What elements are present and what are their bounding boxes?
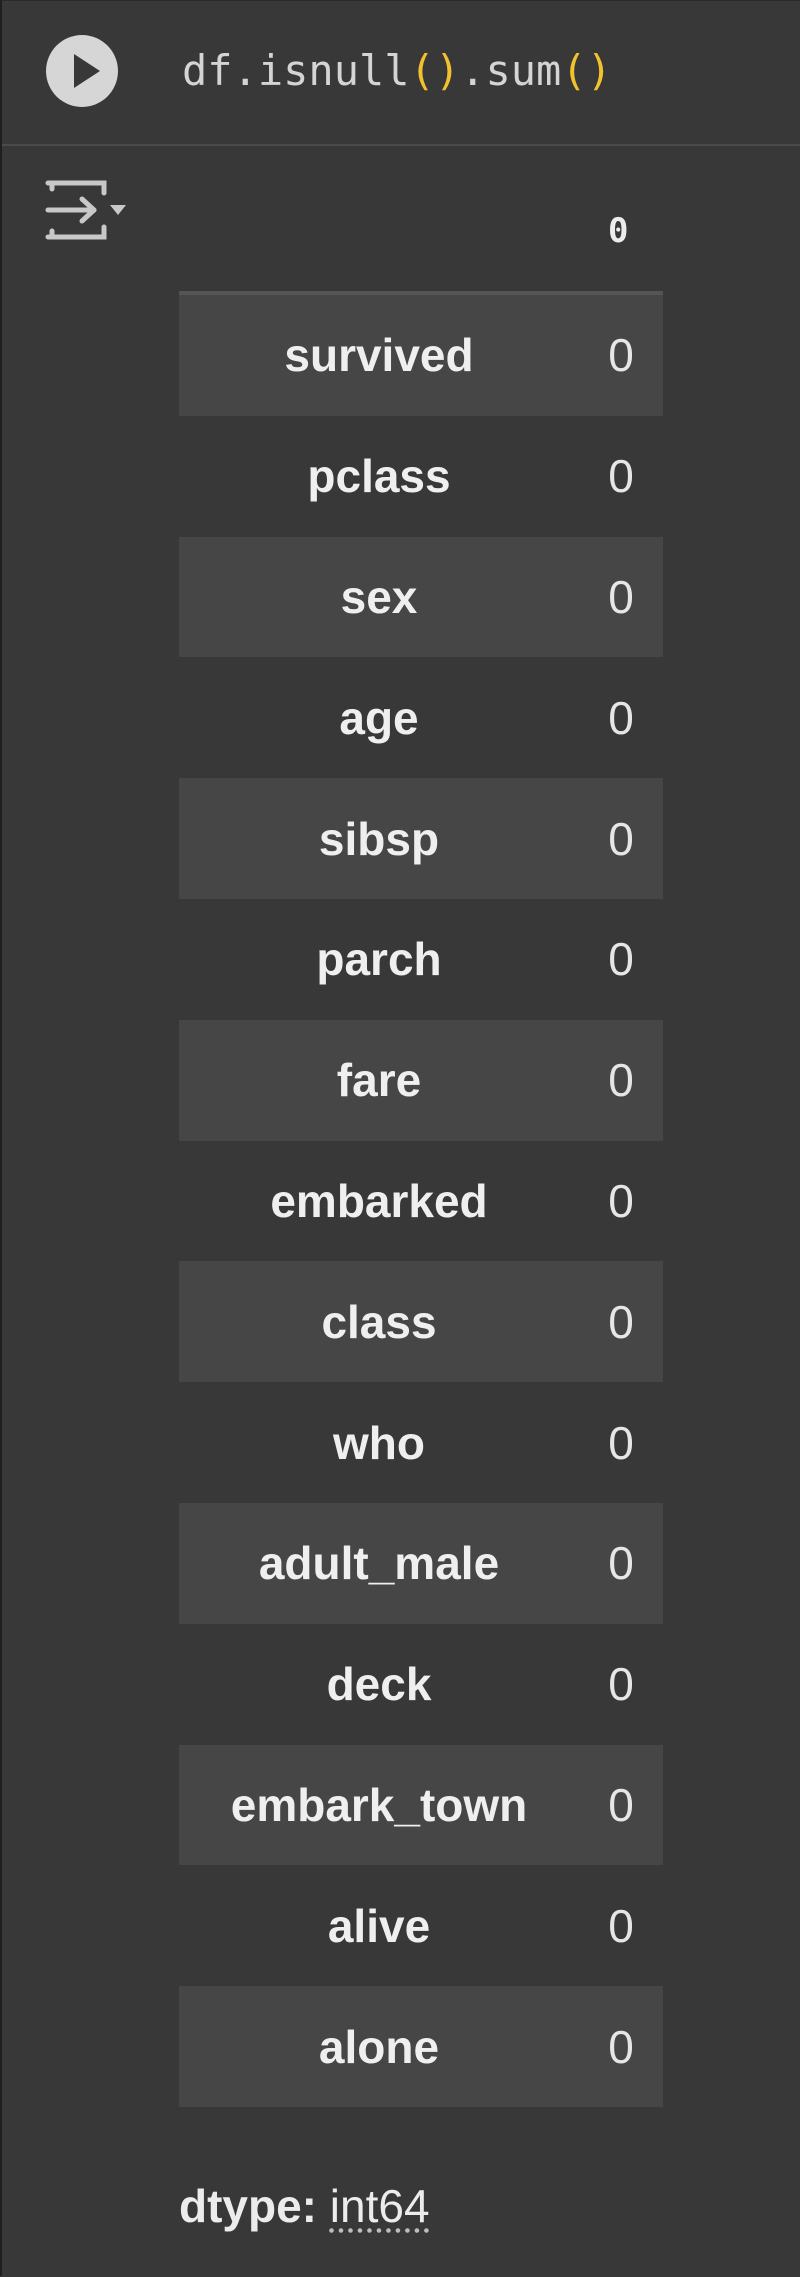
row-label: who — [333, 1416, 425, 1469]
run-cell-button[interactable] — [46, 35, 118, 107]
row-label: alone — [318, 2020, 440, 2073]
table-row: sibsp 0 — [179, 778, 663, 899]
code-text: df.isnull — [182, 46, 410, 95]
notebook-cell: df.isnull().sum() 0 survived 0 pclass 0 sex 0… — [0, 0, 800, 2276]
row-label: deck — [326, 1658, 432, 1711]
row-value: 0 — [608, 1537, 634, 1590]
table-row: alive 0 — [179, 1865, 663, 1986]
dtype-value: int64 — [329, 2180, 430, 2232]
row-value: 0 — [608, 570, 634, 623]
table-row: class 0 — [179, 1261, 663, 1383]
code-paren: () — [409, 46, 461, 95]
row-label: class — [321, 1295, 437, 1348]
table-row: sex 0 — [179, 536, 663, 658]
row-value: 0 — [608, 1174, 634, 1227]
row-value: 0 — [608, 933, 634, 986]
output-collapse-button[interactable] — [44, 175, 128, 245]
table-row: who 0 — [179, 1382, 663, 1503]
table-row: alone 0 — [179, 1986, 663, 2107]
table-row: adult_male 0 — [179, 1502, 663, 1624]
row-value: 0 — [608, 1054, 634, 1107]
row-label: sex — [340, 570, 418, 623]
row-value: 0 — [608, 1295, 634, 1348]
row-label: fare — [336, 1054, 422, 1107]
row-label: survived — [284, 329, 474, 382]
row-value: 0 — [608, 329, 634, 382]
code-text: .sum — [460, 46, 562, 95]
row-value: 0 — [608, 691, 634, 744]
play-icon — [74, 54, 100, 88]
table-row: survived 0 — [179, 295, 663, 416]
row-label: embarked — [270, 1174, 488, 1227]
table-row: fare 0 — [179, 1019, 663, 1141]
row-value: 0 — [608, 1416, 634, 1469]
row-value: 0 — [608, 1658, 634, 1711]
row-value: 0 — [608, 450, 634, 503]
row-value: 0 — [608, 2020, 634, 2073]
row-label: pclass — [307, 450, 451, 503]
row-value: 0 — [608, 812, 634, 865]
code-paren: () — [561, 46, 612, 95]
table-row: age 0 — [179, 657, 663, 778]
row-value: 0 — [608, 1899, 634, 1952]
row-label: parch — [316, 933, 442, 986]
series-table: survived 0 pclass 0 sex 0 age 0 sibsp 0 parch 0 fare… — [179, 291, 663, 2107]
row-label: adult_male — [258, 1537, 500, 1590]
dtype-line: dtype: int64 — [179, 2179, 430, 2233]
table-row: pclass 0 — [179, 416, 663, 537]
code-row: df.isnull().sum() — [2, 1, 800, 146]
dtype-label: dtype: — [179, 2180, 317, 2232]
row-label: alive — [327, 1899, 431, 1952]
row-label: age — [339, 691, 419, 744]
row-label: embark_town — [230, 1778, 528, 1831]
table-row: parch 0 — [179, 899, 663, 1020]
row-value: 0 — [608, 1778, 634, 1831]
row-label: sibsp — [318, 812, 440, 865]
output-collapse-icon — [45, 180, 126, 240]
column-header: 0 — [608, 211, 629, 251]
code-editor[interactable]: df.isnull().sum() — [182, 41, 612, 101]
table-row: embarked 0 — [179, 1141, 663, 1262]
table-row: deck 0 — [179, 1624, 663, 1745]
table-row: embark_town 0 — [179, 1744, 663, 1866]
